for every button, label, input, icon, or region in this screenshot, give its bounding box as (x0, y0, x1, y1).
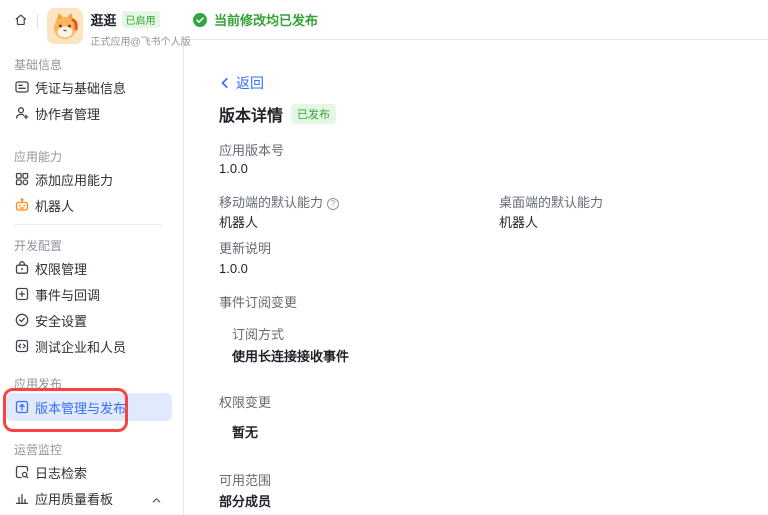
section-header-dev-config: 开发配置 (14, 239, 63, 253)
field-label-scope: 可用范围 (219, 473, 272, 488)
field-value-scope: 部分成员 (219, 494, 272, 509)
app-meta: 逛逛 已启用 正式应用@飞书个人版 (90, 8, 191, 48)
sidebar-item-quality-dashboard[interactable]: 应用质量看板 (6, 485, 172, 511)
chevron-up-icon[interactable] (151, 493, 162, 504)
sidebar-nav: 基础信息 凭证与基础信息 协作者管理 应用能力 添加应用能力 机器人 开发配置 … (0, 52, 176, 511)
question-circle-icon[interactable]: ? (327, 198, 340, 210)
app-grid-icon (14, 171, 30, 187)
header-divider (36, 14, 38, 29)
publish-up-icon (14, 399, 30, 415)
sidebar-item-label: 凭证与基础信息 (35, 80, 127, 96)
sidebar: 逛逛 已启用 正式应用@飞书个人版 基础信息 凭证与基础信息 协作者管理 应用能… (0, 0, 191, 515)
user-plus-icon (14, 105, 30, 121)
app-name: 逛逛 (90, 13, 117, 28)
field-label-desktop-capability: 桌面端的默认能力 (499, 195, 604, 210)
sidebar-item-label: 应用质量看板 (35, 491, 114, 507)
publish-status-text: 当前修改均已发布 (214, 13, 319, 28)
sidebar-item-security[interactable]: 安全设置 (6, 307, 172, 333)
version-detail-card: 返回 版本详情 已发布 应用版本号 1.0.0 移动端的默认能力? 机器人 桌面… (183, 39, 768, 515)
bar-chart-icon (14, 490, 30, 506)
topbar: 当前修改均已发布 (176, 0, 768, 39)
field-value-mobile-capability: 机器人 (219, 215, 259, 230)
field-label-mobile-capability: 移动端的默认能力? (219, 194, 499, 212)
app-subtitle: 正式应用@飞书个人版 (90, 37, 191, 48)
field-value-version: 1.0.0 (219, 161, 248, 176)
sidebar-item-bot[interactable]: 机器人 (6, 192, 172, 218)
field-label-notes: 更新说明 (219, 241, 272, 256)
sidebar-item-label: 协作者管理 (35, 106, 101, 122)
sidebar-item-test-company[interactable]: 测试企业和人员 (6, 333, 172, 359)
sidebar-item-label: 版本管理与发布 (35, 400, 127, 416)
sidebar-item-log-search[interactable]: 日志检索 (6, 459, 172, 485)
sidebar-header: 逛逛 已启用 正式应用@飞书个人版 (0, 0, 191, 52)
sidebar-item-events-callbacks[interactable]: 事件与回调 (6, 281, 172, 307)
robot-icon (14, 197, 30, 213)
sidebar-item-label: 安全设置 (35, 313, 88, 329)
sidebar-item-collaborators[interactable]: 协作者管理 (6, 100, 172, 126)
field-value-desktop-capability: 机器人 (499, 215, 539, 230)
main-area: 当前修改均已发布 返回 版本详情 已发布 应用版本号 1.0.0 移动端的默认能… (176, 0, 768, 515)
sidebar-item-label: 测试企业和人员 (35, 339, 127, 355)
back-link[interactable]: 返回 (219, 74, 264, 92)
section-header-capabilities: 应用能力 (14, 150, 63, 164)
section-header-monitoring: 运营监控 (14, 443, 63, 457)
sidebar-item-label: 日志检索 (35, 465, 88, 481)
app-window: 逛逛 已启用 正式应用@飞书个人版 基础信息 凭证与基础信息 协作者管理 应用能… (0, 0, 768, 515)
sidebar-item-label: 权限管理 (35, 261, 88, 277)
field-value-subscription-method: 使用长连接接收事件 (232, 349, 350, 364)
check-circle-icon (193, 12, 207, 27)
field-label-permission-change: 权限变更 (219, 395, 272, 410)
section-header-release: 应用发布 (14, 377, 63, 391)
sidebar-item-version-release[interactable]: 版本管理与发布 (6, 393, 172, 421)
shield-check-icon (14, 312, 30, 328)
field-value-notes: 1.0.0 (219, 261, 248, 276)
section-header-basic-info: 基础信息 (14, 58, 63, 72)
id-card-icon (14, 79, 30, 95)
sidebar-item-credentials[interactable]: 凭证与基础信息 (6, 74, 172, 100)
sidebar-item-label: 机器人 (35, 198, 75, 214)
page-title: 版本详情 (219, 108, 284, 125)
field-value-permission-change: 暂无 (232, 425, 259, 440)
sidebar-item-label: 添加应用能力 (35, 172, 114, 188)
field-label-event-subscription: 事件订阅变更 (219, 295, 298, 310)
sidebar-item-permissions[interactable]: 权限管理 (6, 255, 172, 281)
log-search-icon (14, 464, 30, 480)
back-chevron-icon (221, 77, 228, 89)
app-status-badge: 已启用 (121, 11, 160, 28)
app-avatar[interactable] (46, 8, 83, 44)
code-square-icon (14, 338, 30, 354)
sidebar-item-label: 事件与回调 (35, 287, 101, 303)
sidebar-item-add-capability[interactable]: 添加应用能力 (6, 166, 172, 192)
plus-square-icon (14, 286, 30, 302)
home-icon[interactable] (14, 13, 28, 29)
nav-divider (14, 224, 162, 225)
published-status-badge: 已发布 (291, 104, 337, 124)
briefcase-lock-icon (14, 260, 30, 276)
field-label-version: 应用版本号 (219, 143, 285, 158)
field-label-subscription-method: 订阅方式 (232, 327, 285, 342)
